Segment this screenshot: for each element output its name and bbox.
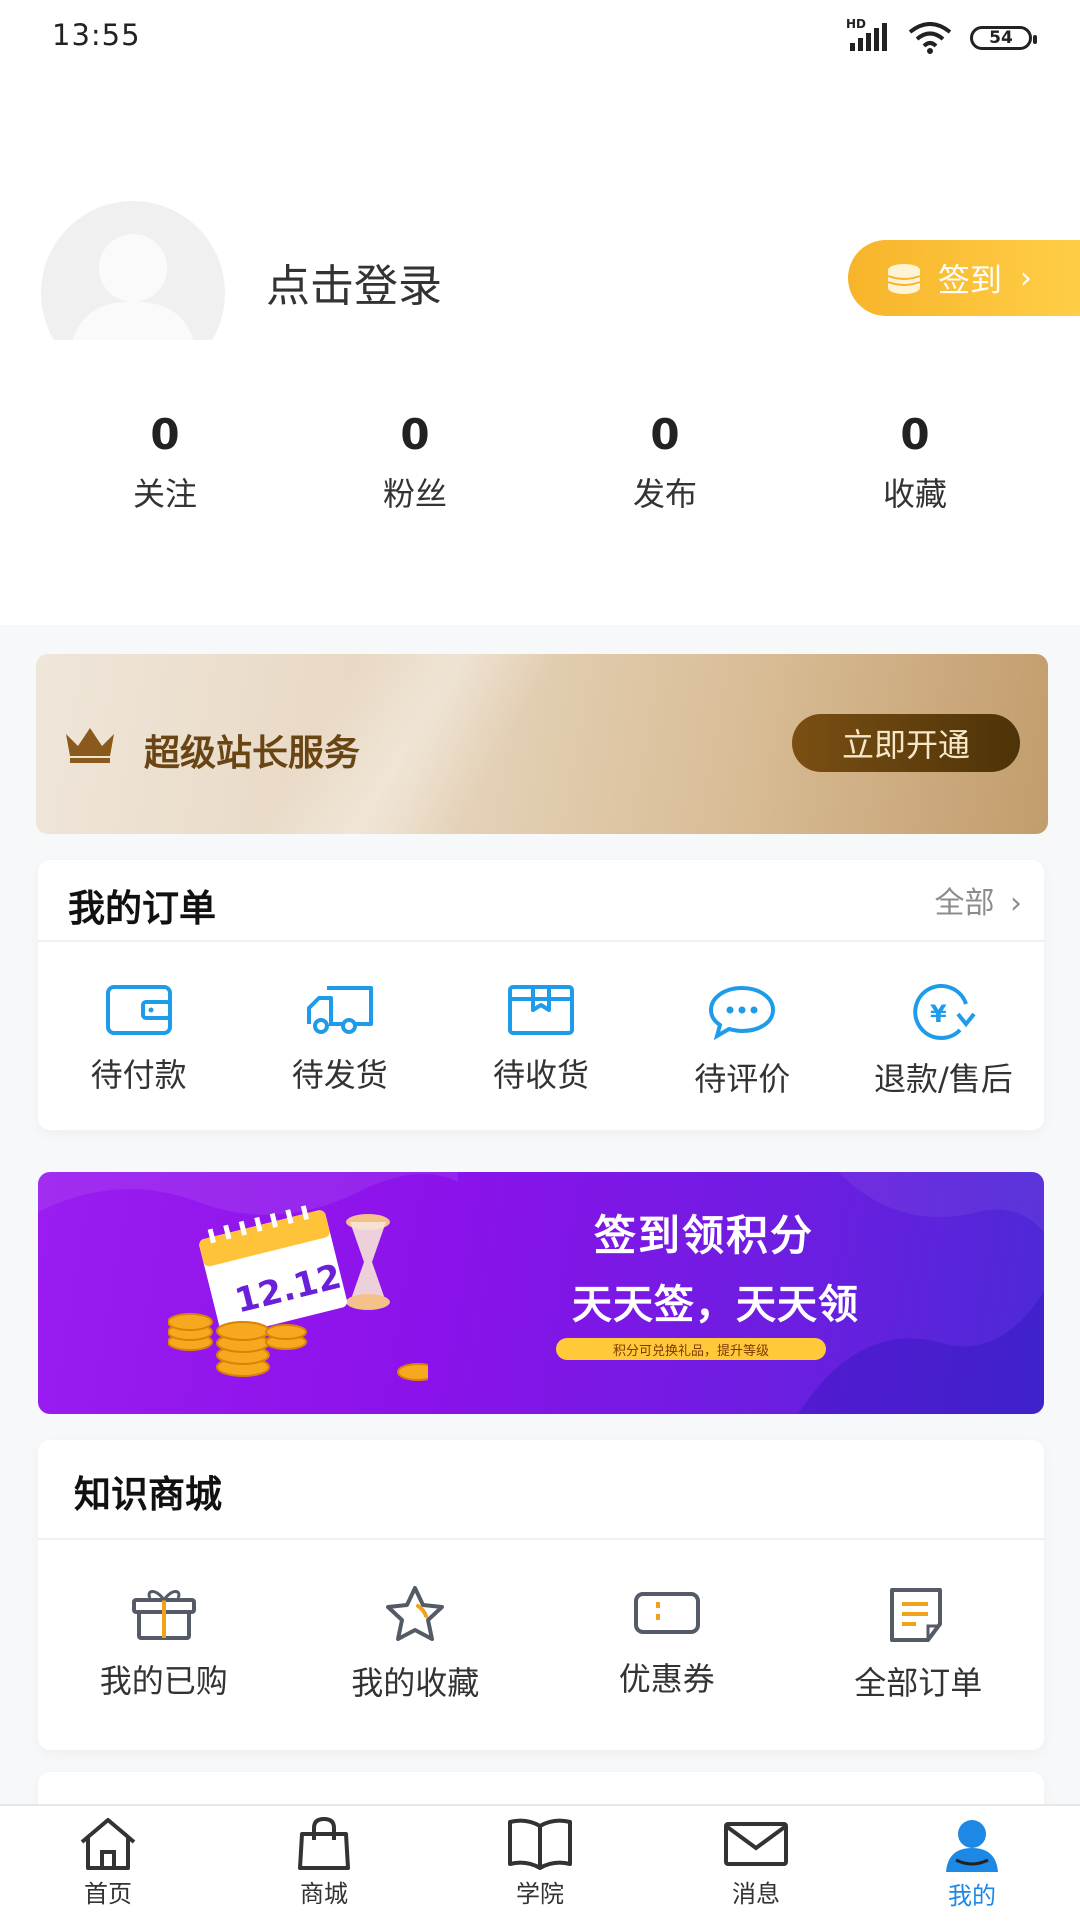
- stat-value: 0: [400, 410, 430, 459]
- crown-icon: [62, 724, 118, 768]
- stat-label: 发布: [632, 475, 697, 513]
- order-pending-payment[interactable]: 待付款: [38, 984, 239, 1100]
- mall-title: 知识商城: [74, 1473, 222, 1516]
- svg-text:¥: ¥: [930, 1000, 947, 1028]
- stat-label: 关注: [132, 475, 197, 513]
- mall-shortcut-label: 优惠券: [618, 1660, 715, 1698]
- star-icon: [386, 1586, 445, 1641]
- order-status-label: 待评价: [694, 1060, 791, 1098]
- orders-card: 我的订单 全部 › 待付款 待发货 待收货 待评价 ¥ 退款/售后: [38, 860, 1044, 1130]
- signin-button[interactable]: 签到 ›: [848, 240, 1080, 316]
- stat-label: 收藏: [882, 475, 947, 513]
- wallet-icon: [105, 985, 172, 1035]
- vip-title: 超级站长服务: [144, 733, 361, 774]
- tab-label: 学院: [516, 1880, 564, 1908]
- mall-shortcuts-row: 我的已购 我的收藏 优惠券 全部订单: [38, 1584, 1044, 1704]
- bottom-tab-bar: 首页 商城 学院 消息 我的: [0, 1804, 1080, 1922]
- order-status-label: 待付款: [90, 1056, 187, 1094]
- stat-favorites[interactable]: 0 收藏: [790, 405, 1040, 515]
- order-list-icon: [890, 1588, 943, 1642]
- chevron-right-icon: ›: [1010, 886, 1022, 921]
- coupon-icon: [633, 1592, 700, 1634]
- mall-all-orders[interactable]: 全部订单: [793, 1584, 1045, 1704]
- coin-stack-icon: [886, 262, 926, 294]
- stat-value: 0: [150, 410, 180, 459]
- mall-favorites[interactable]: 我的收藏: [290, 1584, 542, 1704]
- tab-mall[interactable]: 商城: [216, 1806, 432, 1922]
- login-link[interactable]: 点击登录: [266, 250, 442, 314]
- delivery-truck-icon: [306, 986, 373, 1034]
- order-refund-aftersale[interactable]: ¥ 退款/售后: [843, 984, 1044, 1100]
- home-icon: [80, 1818, 136, 1870]
- battery-icon: 54: [970, 26, 1037, 50]
- chat-bubble-icon: [709, 985, 776, 1040]
- wifi-icon: [908, 22, 952, 54]
- mall-purchased[interactable]: 我的已购: [38, 1584, 290, 1704]
- tab-mine[interactable]: 我的: [864, 1806, 1080, 1922]
- mall-shortcut-label: 我的收藏: [351, 1664, 480, 1702]
- stat-fans[interactable]: 0 粉丝: [290, 405, 540, 515]
- order-pending-receipt[interactable]: 待收货: [440, 984, 641, 1100]
- orders-title: 我的订单: [68, 887, 216, 930]
- signin-label: 签到: [938, 261, 1003, 299]
- stat-posts[interactable]: 0 发布: [540, 405, 790, 515]
- tab-label: 我的: [948, 1882, 996, 1910]
- signal-icon: HD: [846, 17, 890, 53]
- mail-icon: [724, 1822, 788, 1866]
- vip-banner[interactable]: 超级站长服务 立即开通: [36, 654, 1048, 834]
- package-icon: [508, 985, 574, 1035]
- mall-coupons[interactable]: 优惠券: [541, 1584, 793, 1704]
- tab-label: 商城: [300, 1880, 348, 1908]
- refund-icon: ¥: [913, 984, 976, 1040]
- see-all-label: 全部: [934, 886, 995, 921]
- orders-see-all-link[interactable]: 全部 ›: [934, 878, 1022, 922]
- promo-subtitle: 天天签，天天领: [572, 1282, 859, 1328]
- order-pending-shipment[interactable]: 待发货: [239, 984, 440, 1100]
- tab-label: 首页: [84, 1880, 132, 1908]
- gift-box-icon: [131, 1590, 196, 1640]
- tab-home[interactable]: 首页: [0, 1806, 216, 1922]
- status-time: 13:55: [52, 18, 141, 52]
- promo-title: 签到领积分: [594, 1211, 815, 1260]
- avatar[interactable]: [40, 200, 226, 340]
- order-status-row: 待付款 待发货 待收货 待评价 ¥ 退款/售后: [38, 984, 1044, 1100]
- stat-value: 0: [650, 410, 680, 459]
- battery-level: 54: [989, 28, 1013, 48]
- divider: [38, 940, 1044, 942]
- tab-messages[interactable]: 消息: [648, 1806, 864, 1922]
- order-status-label: 待收货: [493, 1056, 590, 1094]
- stat-value: 0: [900, 410, 930, 459]
- profile-stats: 0 关注 0 粉丝 0 发布 0 收藏: [40, 405, 1040, 515]
- user-icon: [946, 1820, 998, 1872]
- divider: [38, 1538, 1044, 1540]
- order-pending-review[interactable]: 待评价: [642, 984, 843, 1100]
- promo-tagline: 积分可兑换礼品，提升等级: [556, 1338, 826, 1360]
- vip-activate-button[interactable]: 立即开通: [792, 714, 1020, 772]
- order-status-label: 待发货: [291, 1056, 388, 1094]
- calendar-coins-illustration: 12.12: [168, 1205, 428, 1381]
- mall-shortcut-label: 我的已购: [99, 1662, 228, 1700]
- stat-label: 粉丝: [382, 475, 447, 513]
- shopping-bag-icon: [298, 1816, 350, 1870]
- tab-label: 消息: [732, 1880, 780, 1908]
- status-icons: HD 54: [846, 17, 1037, 58]
- tab-academy[interactable]: 学院: [432, 1806, 648, 1922]
- open-book-icon: [508, 1818, 572, 1870]
- chevron-right-icon: ›: [1020, 260, 1033, 296]
- knowledge-mall-card: 知识商城 我的已购 我的收藏 优惠券 全部订单: [38, 1440, 1044, 1750]
- mall-shortcut-label: 全部订单: [854, 1664, 983, 1702]
- signin-promo-banner[interactable]: 12.12 签到领积分 天天签，天天领 积分可兑换礼品，提升等级: [38, 1172, 1044, 1414]
- stat-following[interactable]: 0 关注: [40, 405, 290, 515]
- order-status-label: 退款/售后: [874, 1060, 1013, 1098]
